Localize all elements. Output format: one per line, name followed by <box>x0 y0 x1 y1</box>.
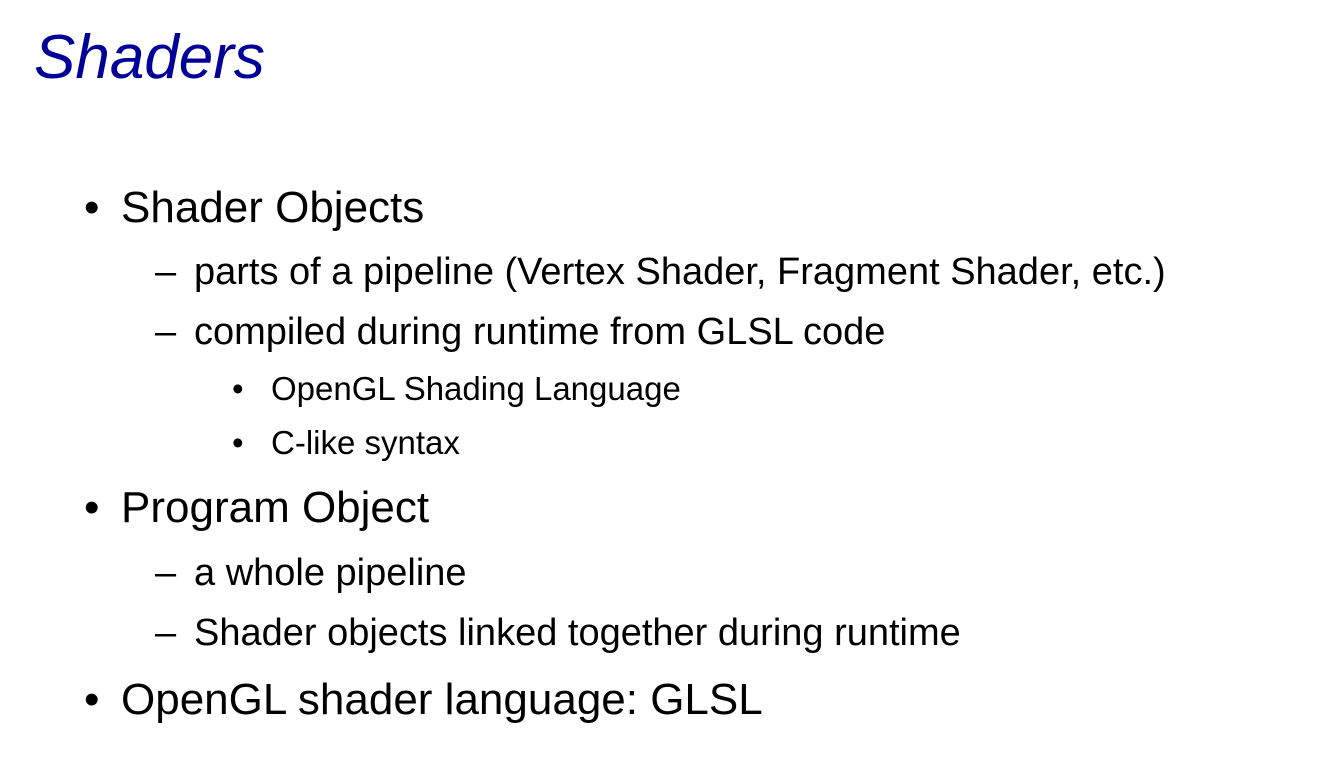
bullet-marker: • <box>84 483 100 532</box>
sub-sub-bullet-text: OpenGL Shading Language <box>271 370 681 407</box>
bullet-text: OpenGL shader language: GLSL <box>121 675 763 724</box>
sub-bullet-text: compiled during runtime from GLSL code <box>194 311 886 353</box>
sub-bullet-text: parts of a pipeline (Vertex Shader, Frag… <box>194 251 1166 293</box>
bullet-marker: • <box>84 675 100 724</box>
sub-bullet-text: Shader objects linked together during ru… <box>194 612 961 654</box>
sub-bullet-text: a whole pipeline <box>194 552 467 594</box>
dash-marker: – <box>155 552 177 594</box>
dash-marker: – <box>155 612 177 654</box>
dash-marker: – <box>155 251 177 293</box>
bullet-marker: • <box>84 183 100 232</box>
bullet-marker: • <box>232 424 244 461</box>
bullet-text: Program Object <box>121 483 430 532</box>
bullet-marker: • <box>232 370 244 407</box>
dash-marker: – <box>155 311 177 353</box>
bullet-text: Shader Objects <box>121 183 425 232</box>
sub-sub-bullet-text: C-like syntax <box>271 424 460 461</box>
slide: Shaders • Shader Objects – parts of a pi… <box>0 0 1337 780</box>
slide-title: Shaders <box>34 23 265 92</box>
